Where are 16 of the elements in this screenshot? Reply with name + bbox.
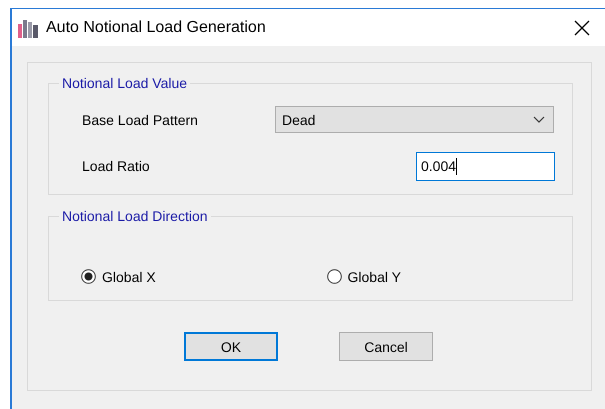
group-title: Notional Load Value (59, 75, 190, 91)
radio-label[interactable]: Global X (102, 268, 156, 284)
pattern-dropdown[interactable]: Dead (275, 106, 554, 133)
window-title: Auto Notional Load Generation (46, 18, 267, 36)
app-icon (17, 18, 40, 38)
radio-button[interactable] (326, 269, 342, 284)
dialog-button[interactable]: OK (184, 332, 278, 361)
field-label: Load Ratio (82, 158, 151, 174)
chevron-down-icon (533, 116, 545, 124)
group-title: Notional Load Direction (59, 208, 211, 224)
radio-label[interactable]: Global Y (348, 268, 401, 284)
field-label: Base Load Pattern (82, 112, 199, 128)
input-field[interactable]: 0.004 (416, 152, 555, 180)
close-icon (574, 20, 590, 36)
dialog-button[interactable]: Cancel (339, 332, 433, 361)
radio-button[interactable] (81, 269, 96, 284)
